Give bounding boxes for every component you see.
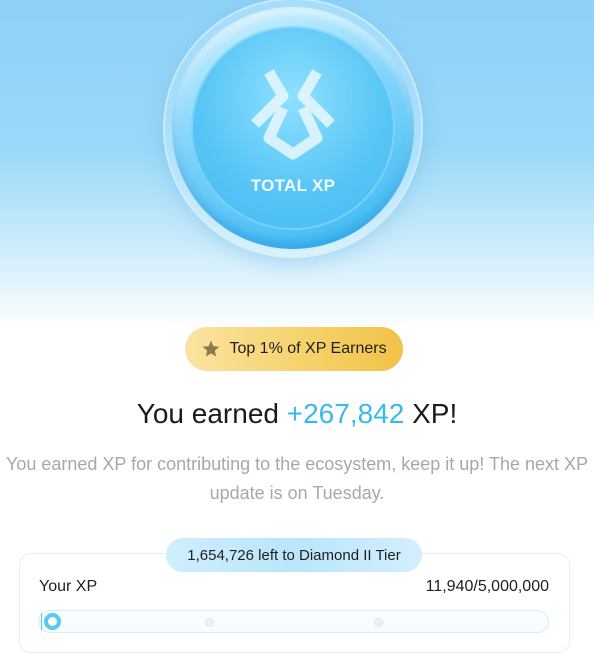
xp-progress-bar: [38, 610, 549, 633]
star-icon: [203, 340, 220, 357]
earned-headline: You earned +267,842 XP!: [0, 398, 594, 430]
coin-face: TOTAL XP: [191, 26, 395, 230]
rank-badge: Top 1% of XP Earners: [185, 327, 403, 371]
earned-xp-value: +267,842: [286, 398, 405, 429]
xp-summary-page: TOTAL XP Top 1% of XP Earners You earned…: [0, 0, 594, 665]
rank-badge-label: Top 1% of XP Earners: [229, 340, 387, 357]
milestone-marker: [205, 618, 214, 627]
xp-count: 11,940/5,000,000: [425, 578, 549, 595]
xp-description: You earned XP for contributing to the ec…: [5, 454, 589, 503]
total-xp-coin: TOTAL XP: [165, 0, 421, 256]
milestone-marker: [374, 618, 383, 627]
xp-progress-fill: [41, 613, 42, 630]
coin-label: TOTAL XP: [250, 176, 336, 195]
hero-banner: TOTAL XP: [0, 0, 594, 330]
xp-logo-icon: [251, 69, 335, 160]
headline-suffix: XP!: [404, 398, 458, 429]
tier-remaining-pill: 1,654,726 left to Diamond II Tier: [166, 538, 422, 572]
coin-ring: TOTAL XP: [172, 7, 414, 249]
xp-progress-knob: [44, 613, 61, 630]
your-xp-label: Your XP: [39, 578, 98, 595]
headline-prefix: You earned: [136, 398, 287, 429]
